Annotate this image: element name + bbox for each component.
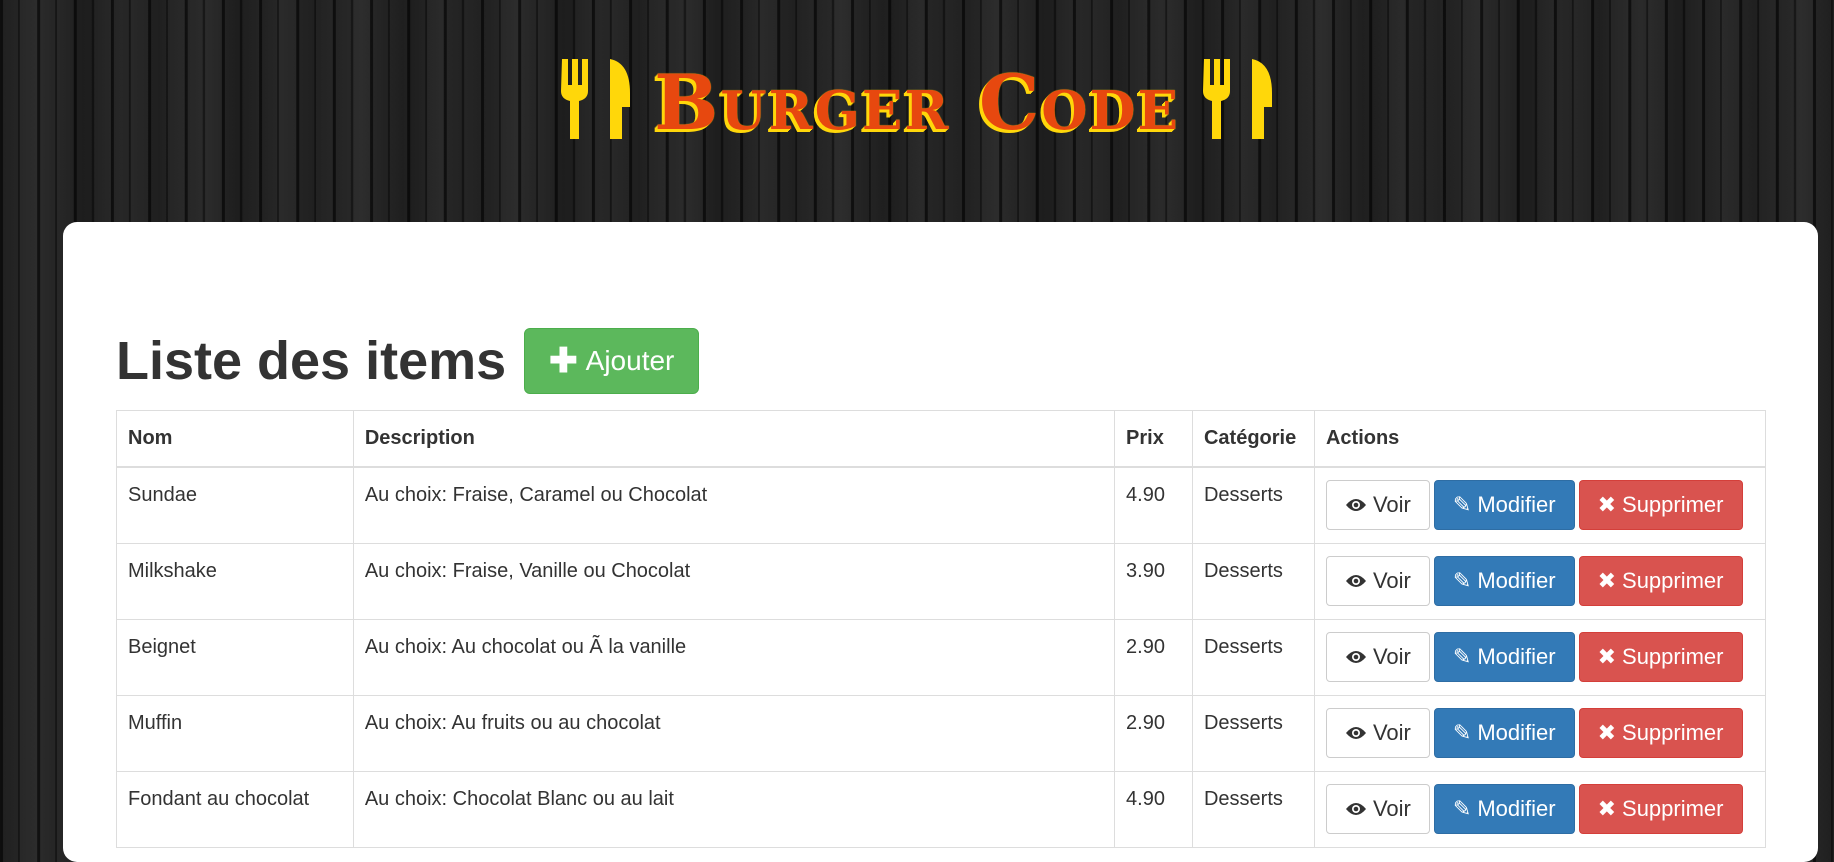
column-header-categorie: Catégorie	[1191, 410, 1315, 468]
logo-title: Burger Code	[654, 58, 1180, 147]
close-icon: ✖	[1597, 568, 1617, 593]
edit-button[interactable]: ✎ Modifier	[1433, 708, 1575, 758]
item-price: 4.90	[1114, 771, 1193, 848]
delete-button[interactable]: ✖ Supprimer	[1578, 784, 1743, 834]
table-header-row: Nom Description Prix Catégorie Actions	[116, 410, 1767, 468]
edit-button-label: Modifier	[1477, 492, 1556, 517]
edit-button[interactable]: ✎ Modifier	[1433, 480, 1575, 530]
eye-icon	[1345, 575, 1366, 587]
view-button[interactable]: Voir	[1325, 708, 1430, 758]
item-price: 4.90	[1114, 466, 1193, 544]
edit-button[interactable]: ✎ Modifier	[1433, 556, 1575, 606]
item-actions: Voir ✎ Modifier ✖ Supprimer	[1313, 466, 1767, 544]
view-button-label: Voir	[1372, 644, 1411, 669]
pencil-icon: ✎	[1452, 568, 1472, 593]
item-description: Au choix: Chocolat Blanc ou au lait	[352, 771, 1116, 848]
pencil-icon: ✎	[1452, 492, 1472, 517]
item-actions: Voir ✎ Modifier ✖ Supprimer	[1313, 695, 1767, 772]
column-header-actions: Actions	[1313, 410, 1767, 468]
item-actions: Voir ✎ Modifier ✖ Supprimer	[1313, 771, 1767, 848]
view-button[interactable]: Voir	[1325, 784, 1430, 834]
pencil-icon: ✎	[1452, 644, 1472, 669]
close-icon: ✖	[1597, 644, 1617, 669]
column-header-prix: Prix	[1114, 410, 1193, 468]
item-price: 2.90	[1114, 695, 1193, 772]
edit-button-label: Modifier	[1477, 720, 1556, 745]
item-description: Au choix: Au fruits ou au chocolat	[352, 695, 1116, 772]
view-button[interactable]: Voir	[1325, 556, 1430, 606]
view-button-label: Voir	[1372, 492, 1411, 517]
delete-button-label: Supprimer	[1622, 720, 1724, 745]
close-icon: ✖	[1597, 796, 1617, 821]
item-name: Fondant au chocolat	[116, 771, 354, 848]
item-category: Desserts	[1191, 466, 1315, 544]
edit-button[interactable]: ✎ Modifier	[1433, 632, 1575, 682]
item-name: Muffin	[116, 695, 354, 772]
column-header-nom: Nom	[116, 410, 354, 468]
item-price: 3.90	[1114, 543, 1193, 620]
eye-icon	[1345, 651, 1366, 663]
delete-button-label: Supprimer	[1622, 796, 1724, 821]
delete-button-label: Supprimer	[1622, 568, 1724, 593]
eye-icon	[1345, 499, 1366, 511]
table-row: Fondant au chocolat Au choix: Chocolat B…	[116, 771, 1767, 848]
plus-icon: ✚	[549, 342, 578, 380]
view-button-label: Voir	[1372, 720, 1411, 745]
view-button-label: Voir	[1372, 796, 1411, 821]
item-description: Au choix: Fraise, Vanille ou Chocolat	[352, 543, 1116, 620]
title-row: Liste des items ✚ Ajouter	[116, 328, 700, 394]
item-description: Au choix: Au chocolat ou Ã la vanille	[352, 619, 1116, 696]
table-row: Muffin Au choix: Au fruits ou au chocola…	[116, 695, 1767, 772]
edit-button-label: Modifier	[1477, 796, 1556, 821]
item-description: Au choix: Fraise, Caramel ou Chocolat	[352, 466, 1116, 544]
utensils-icon	[1202, 59, 1272, 139]
pencil-icon: ✎	[1452, 720, 1472, 745]
add-button-label: Ajouter	[585, 345, 675, 376]
add-item-button[interactable]: ✚ Ajouter	[524, 328, 700, 394]
utensils-icon	[561, 59, 631, 139]
item-actions: Voir ✎ Modifier ✖ Supprimer	[1313, 543, 1767, 620]
delete-button[interactable]: ✖ Supprimer	[1578, 480, 1743, 530]
close-icon: ✖	[1597, 492, 1617, 517]
delete-button[interactable]: ✖ Supprimer	[1578, 556, 1743, 606]
item-category: Desserts	[1191, 771, 1315, 848]
table-row: Beignet Au choix: Au chocolat ou Ã la va…	[116, 619, 1767, 696]
edit-button-label: Modifier	[1477, 644, 1556, 669]
item-name: Milkshake	[116, 543, 354, 620]
view-button[interactable]: Voir	[1325, 632, 1430, 682]
close-icon: ✖	[1597, 720, 1617, 745]
item-category: Desserts	[1191, 619, 1315, 696]
eye-icon	[1345, 803, 1366, 815]
table-row: Milkshake Au choix: Fraise, Vanille ou C…	[116, 543, 1767, 620]
view-button-label: Voir	[1372, 568, 1411, 593]
table-row: Sundae Au choix: Fraise, Caramel ou Choc…	[116, 466, 1767, 544]
item-name: Beignet	[116, 619, 354, 696]
delete-button[interactable]: ✖ Supprimer	[1578, 632, 1743, 682]
column-header-description: Description	[352, 410, 1116, 468]
pencil-icon: ✎	[1452, 796, 1472, 821]
view-button[interactable]: Voir	[1325, 480, 1430, 530]
item-category: Desserts	[1191, 695, 1315, 772]
site-logo: Burger Code	[0, 55, 1834, 143]
delete-button-label: Supprimer	[1622, 492, 1724, 517]
eye-icon	[1345, 727, 1366, 739]
content-panel: Liste des items ✚ Ajouter Nom Descriptio…	[63, 222, 1818, 862]
delete-button[interactable]: ✖ Supprimer	[1578, 708, 1743, 758]
items-table: Nom Description Prix Catégorie Actions S…	[116, 410, 1767, 848]
item-name: Sundae	[116, 466, 354, 544]
item-category: Desserts	[1191, 543, 1315, 620]
delete-button-label: Supprimer	[1622, 644, 1724, 669]
edit-button-label: Modifier	[1477, 568, 1556, 593]
item-price: 2.90	[1114, 619, 1193, 696]
page-title: Liste des items	[116, 331, 507, 391]
edit-button[interactable]: ✎ Modifier	[1433, 784, 1575, 834]
item-actions: Voir ✎ Modifier ✖ Supprimer	[1313, 619, 1767, 696]
